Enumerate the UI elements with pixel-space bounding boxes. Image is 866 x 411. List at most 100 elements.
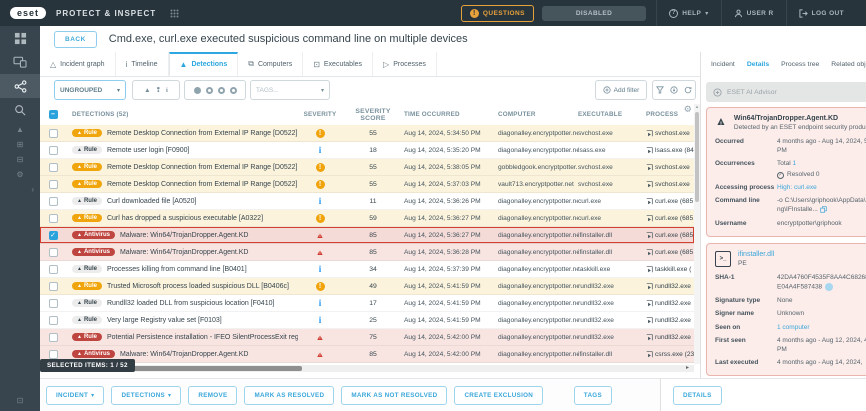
table-row[interactable]: ▲Rule Curl has dropped a suspicious exec… <box>40 210 694 227</box>
table-row[interactable]: ▲Rule Processes killing from command lin… <box>40 261 694 278</box>
table-row[interactable]: ▲Rule Remote user login [F0900] 18 Aug 1… <box>40 142 694 159</box>
scroll-right-icon[interactable]: ▸ <box>686 364 689 371</box>
tab-computers[interactable]: ⧉Computers <box>238 52 303 76</box>
table-horizontal-scrollbar[interactable] <box>40 365 694 372</box>
logout-button[interactable]: LOG OUT <box>786 0 856 26</box>
detection-name: Very large Registry value set [F0103] <box>107 317 222 324</box>
table-row[interactable]: ▲Rule Curl downloaded file [A0520] 11 Au… <box>40 193 694 210</box>
sidebar-item-submitted-files[interactable]: ⊞ <box>0 137 40 152</box>
sidebar-collapse-toggle[interactable]: › <box>0 182 40 197</box>
eset-ai-advisor-button[interactable]: ESET AI Advisor ⋮ <box>706 82 866 102</box>
table-row[interactable]: ▲Rule Rundll32 loaded DLL from suspiciou… <box>40 295 694 312</box>
row-checkbox[interactable] <box>49 129 58 138</box>
mark-as-not-resolved-button[interactable]: MARK AS NOT RESOLVED <box>341 386 447 405</box>
disabled-button[interactable]: DISABLED <box>542 6 646 21</box>
table-row[interactable]: ▲Rule Very large Registry value set [F01… <box>40 312 694 329</box>
remove-button[interactable]: REMOVE <box>188 386 237 405</box>
back-button[interactable]: BACK <box>54 31 97 48</box>
table-row[interactable]: ▲Rule Remote Desktop Connection from Ext… <box>40 176 694 193</box>
panel-tab-incident[interactable]: Incident <box>711 61 735 68</box>
column-settings-gear-icon[interactable]: ⚙ <box>684 104 692 115</box>
add-filter-button[interactable]: Add filter <box>595 80 647 100</box>
questions-button[interactable]: ! QUESTIONS <box>461 5 534 22</box>
sidebar-item-search[interactable] <box>0 98 40 122</box>
select-all-checkbox[interactable]: – <box>49 110 58 119</box>
tags-button[interactable]: TAGS <box>574 386 612 405</box>
help-menu[interactable]: ? HELP ▾ <box>656 0 720 26</box>
mark-as-resolved-button[interactable]: MARK AS RESOLVED <box>244 386 334 405</box>
column-executable[interactable]: EXECUTABLE <box>578 111 646 118</box>
column-severity-score[interactable]: SEVERITY SCORE <box>342 108 404 122</box>
tab-timeline[interactable]: iTimeline <box>116 52 169 76</box>
accessing-process-link[interactable]: High: curl.exe <box>777 184 817 191</box>
critical-filter-icon[interactable]: ▲ <box>144 87 150 94</box>
status-dot-icon[interactable] <box>194 87 201 94</box>
table-row[interactable]: ▲Rule Remote Desktop Connection from Ext… <box>40 125 694 142</box>
table-row[interactable]: ▲Rule Potential Persistence installation… <box>40 329 694 346</box>
status-dot-icon[interactable] <box>218 87 225 94</box>
row-checkbox[interactable] <box>49 163 58 172</box>
seen-on-link[interactable]: 1 computer <box>777 324 810 331</box>
funnel-icon[interactable] <box>656 86 664 94</box>
table-row[interactable]: ▲Antivirus Malware: Win64/TrojanDropper.… <box>40 346 694 363</box>
column-detections[interactable]: DETECTIONS (52) <box>66 111 298 118</box>
row-checkbox[interactable] <box>49 197 58 206</box>
tab-processes[interactable]: ▷Processes <box>373 52 437 76</box>
row-checkbox[interactable] <box>49 180 58 189</box>
executable-name: rundll32.exe <box>578 334 646 341</box>
sidebar-item-executables[interactable]: ⊟ <box>0 152 40 167</box>
refresh-icon[interactable] <box>684 86 692 94</box>
table-row[interactable]: ▲Rule Remote Desktop Connection from Ext… <box>40 159 694 176</box>
info-filter-icon[interactable]: i <box>166 87 168 94</box>
status-dot-icon[interactable] <box>230 87 237 94</box>
details-button[interactable]: DETAILS <box>673 386 722 405</box>
app-grid-icon[interactable] <box>170 9 179 18</box>
table-row[interactable]: ✓ ▲Antivirus Malware: Win64/TrojanDroppe… <box>40 227 694 244</box>
warning-filter-icon[interactable]: ❢ <box>156 86 161 94</box>
column-time-occurred[interactable]: TIME OCCURRED <box>404 111 498 118</box>
detections-button[interactable]: DETECTIONS▾ <box>111 386 181 405</box>
table-row[interactable]: ▲Antivirus Malware: Win64/TrojanDropper.… <box>40 244 694 261</box>
sidebar-item-incidents[interactable]: ▲ <box>0 122 40 137</box>
row-checkbox[interactable] <box>49 214 58 223</box>
file-name-link[interactable]: ifinstaller.dll <box>738 251 774 258</box>
sidebar-item-settings[interactable]: ⚙ <box>0 167 40 182</box>
row-checkbox[interactable] <box>49 299 58 308</box>
download-circle-icon[interactable] <box>670 86 678 94</box>
panel-tab-related-objects[interactable]: Related objects <box>831 61 866 68</box>
occurrences-count-link[interactable]: 1 <box>793 160 797 167</box>
row-checkbox[interactable]: ✓ <box>49 231 58 240</box>
tab-incident-graph[interactable]: △Incident graph <box>40 52 116 76</box>
executable-file-icon: >_ <box>715 251 731 267</box>
tab-executables[interactable]: ⊡Executables <box>303 52 373 76</box>
incident-button[interactable]: INCIDENT▾ <box>46 386 104 405</box>
row-checkbox[interactable] <box>49 350 58 359</box>
row-checkbox[interactable] <box>49 265 58 274</box>
severity-filter[interactable]: ▲ ❢ i <box>132 80 180 100</box>
column-computer[interactable]: COMPUTER <box>498 111 578 118</box>
table-row[interactable]: ▲Rule Trusted Microsoft process loaded s… <box>40 278 694 295</box>
panel-tab-details[interactable]: Details <box>747 61 769 68</box>
user-menu[interactable]: USER R <box>721 0 786 26</box>
copy-icon[interactable] <box>820 206 827 213</box>
sidebar-item-about[interactable]: ⊡ <box>0 396 40 405</box>
sidebar-item-computers[interactable] <box>0 50 40 74</box>
row-checkbox[interactable] <box>49 316 58 325</box>
time-occurred: Aug 14, 2024, 5:36:27 PM <box>404 232 498 239</box>
status-filter[interactable] <box>184 80 246 100</box>
tags-filter-dropdown[interactable]: TAGS... ▾ <box>250 80 330 100</box>
group-by-dropdown[interactable]: UNGROUPED ▾ <box>54 80 126 100</box>
panel-tab-process-tree[interactable]: Process tree <box>781 61 819 68</box>
reputation-cloud-icon[interactable] <box>825 283 833 291</box>
column-severity[interactable]: SEVERITY <box>298 111 342 118</box>
sidebar-item-dashboard[interactable] <box>0 26 40 50</box>
status-dot-icon[interactable] <box>206 87 213 94</box>
warning-triangle-icon: ▲ <box>77 215 82 221</box>
create-exclusion-button[interactable]: CREATE EXCLUSION <box>454 386 543 405</box>
tab-detections[interactable]: ▲Detections <box>169 52 239 76</box>
row-checkbox[interactable] <box>49 333 58 342</box>
row-checkbox[interactable] <box>49 282 58 291</box>
row-checkbox[interactable] <box>49 146 58 155</box>
row-checkbox[interactable] <box>49 248 58 257</box>
sidebar-item-detections[interactable] <box>0 74 40 98</box>
